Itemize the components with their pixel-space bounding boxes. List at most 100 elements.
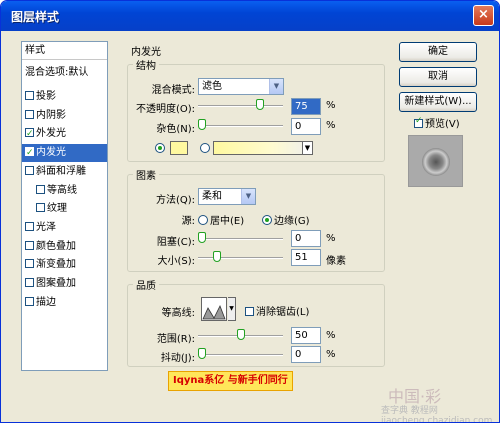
style-checkbox[interactable] — [25, 240, 34, 250]
contour-label: 等高线: — [161, 308, 195, 319]
title-bar: 图层样式 × — [1, 1, 499, 31]
size-input[interactable]: 51 — [291, 249, 321, 266]
source-edge-option[interactable]: 边缘(G) — [262, 212, 310, 227]
styles-item-label: 等高线 — [47, 184, 77, 196]
source-edge-label: 边缘(G) — [274, 216, 310, 227]
preview-checkbox[interactable] — [414, 116, 423, 128]
color-mode-radio[interactable] — [155, 143, 165, 153]
styles-item[interactable]: 描边 — [22, 294, 107, 312]
range-unit: % — [326, 330, 336, 341]
blend-mode-label: 混合模式: — [151, 85, 195, 96]
glow-color-swatch[interactable] — [170, 141, 188, 155]
styles-item-label: 图案叠加 — [36, 278, 76, 289]
style-preview-thumbnail — [408, 135, 463, 187]
styles-item[interactable]: 外发光 — [22, 125, 107, 143]
style-checkbox[interactable] — [25, 144, 34, 162]
style-checkbox[interactable] — [25, 221, 34, 231]
source-center-option[interactable]: 居中(E) — [198, 212, 244, 227]
styles-item[interactable]: 渐变叠加 — [22, 256, 107, 274]
layer-style-dialog: 图层样式 × 样式 混合选项:默认 投影内阴影外发光内发光斜面和浮雕等高线纹理光… — [0, 0, 500, 423]
opacity-unit: % — [326, 100, 336, 111]
preview-label: 预览(V) — [425, 119, 460, 130]
blending-options-item[interactable]: 混合选项:默认 — [22, 64, 107, 82]
cancel-button[interactable]: 取消 — [399, 67, 477, 87]
opacity-label: 不透明度(O): — [135, 104, 195, 115]
watermark-site: 查字典 教程网 jiaocheng.chazidian.com — [381, 406, 493, 423]
choke-slider[interactable] — [198, 232, 283, 244]
opacity-slider[interactable] — [198, 99, 283, 111]
style-checkbox[interactable] — [36, 184, 45, 194]
styles-item-label: 描边 — [36, 296, 56, 308]
styles-item-label: 投影 — [36, 91, 56, 102]
new-style-button[interactable]: 新建样式(W)... — [399, 92, 477, 112]
structure-legend: 结构 — [136, 61, 156, 72]
antialias-checkbox[interactable] — [245, 307, 254, 316]
style-checkbox[interactable] — [25, 125, 34, 143]
source-label: 源: — [181, 216, 195, 227]
styles-item[interactable]: 颜色叠加 — [22, 238, 107, 256]
style-checkbox[interactable] — [25, 296, 34, 306]
close-button[interactable]: × — [473, 5, 494, 26]
noise-input[interactable]: 0 — [291, 118, 321, 135]
chevron-down-icon: ▼ — [241, 189, 255, 204]
styles-item-label: 内发光 — [36, 147, 66, 159]
styles-item-label: 颜色叠加 — [36, 240, 76, 252]
styles-item[interactable]: 斜面和浮雕 — [22, 163, 107, 181]
choke-thumb[interactable] — [198, 232, 206, 243]
styles-item-label: 纹理 — [47, 203, 67, 215]
jitter-slider[interactable] — [198, 348, 283, 360]
range-slider[interactable] — [198, 329, 283, 341]
styles-item-label: 内阴影 — [36, 109, 66, 121]
preview-option[interactable]: 预览(V) — [414, 115, 460, 130]
styles-item[interactable]: 投影 — [22, 88, 107, 106]
contour-picker[interactable] — [201, 297, 227, 321]
chevron-down-icon: ▼ — [302, 142, 312, 154]
style-checkbox[interactable] — [25, 278, 34, 287]
quality-legend: 品质 — [136, 281, 156, 292]
styles-header[interactable]: 样式 — [22, 42, 107, 60]
styles-item-label: 外发光 — [36, 128, 66, 140]
size-slider[interactable] — [198, 251, 283, 263]
range-thumb[interactable] — [237, 329, 245, 340]
glow-gradient-picker[interactable]: ▼ — [213, 141, 313, 155]
styles-item[interactable]: 图案叠加 — [22, 275, 107, 293]
blend-mode-select[interactable]: 滤色 ▼ — [198, 78, 284, 95]
noise-thumb[interactable] — [198, 119, 206, 130]
jitter-input[interactable]: 0 — [291, 346, 321, 363]
noise-unit: % — [326, 120, 336, 131]
source-center-radio[interactable] — [198, 215, 208, 225]
source-center-label: 居中(E) — [210, 216, 245, 227]
noise-slider[interactable] — [198, 119, 283, 131]
style-checkbox[interactable] — [25, 259, 34, 269]
technique-label: 方法(Q): — [155, 195, 195, 206]
antialias-option[interactable]: 消除锯齿(L) — [245, 303, 309, 318]
jitter-thumb[interactable] — [198, 348, 206, 359]
styles-item[interactable]: 等高线 — [22, 182, 107, 200]
size-thumb[interactable] — [213, 251, 221, 262]
styles-item[interactable]: 内发光 — [22, 144, 107, 163]
size-unit: 像素 — [326, 256, 346, 267]
range-input[interactable]: 50 — [291, 327, 321, 344]
style-checkbox[interactable] — [25, 109, 34, 119]
styles-item-label: 光泽 — [36, 221, 56, 233]
technique-select[interactable]: 柔和 ▼ — [198, 188, 256, 205]
ok-button[interactable]: 确定 — [399, 42, 477, 62]
gradient-mode-radio[interactable] — [200, 143, 210, 153]
source-edge-radio[interactable] — [262, 215, 272, 225]
style-checkbox[interactable] — [25, 91, 34, 100]
choke-input[interactable]: 0 — [291, 230, 321, 247]
style-checkbox[interactable] — [25, 165, 34, 175]
opacity-input[interactable]: 75 — [291, 98, 321, 115]
styles-item[interactable]: 光泽 — [22, 219, 107, 237]
contour-dropdown-arrow[interactable]: ▼ — [228, 297, 236, 321]
choke-unit: % — [326, 233, 336, 244]
style-checkbox[interactable] — [36, 203, 45, 213]
opacity-thumb[interactable] — [256, 99, 264, 110]
styles-item-label: 斜面和浮雕 — [36, 165, 86, 177]
styles-item[interactable]: 纹理 — [22, 200, 107, 218]
styles-item[interactable]: 内阴影 — [22, 107, 107, 125]
elements-legend: 图素 — [136, 171, 156, 182]
watermark-badge: Iqyna系亿 与新手们同行 — [168, 371, 293, 391]
section-title: 内发光 — [131, 47, 161, 58]
contour-curve-icon — [202, 305, 226, 320]
